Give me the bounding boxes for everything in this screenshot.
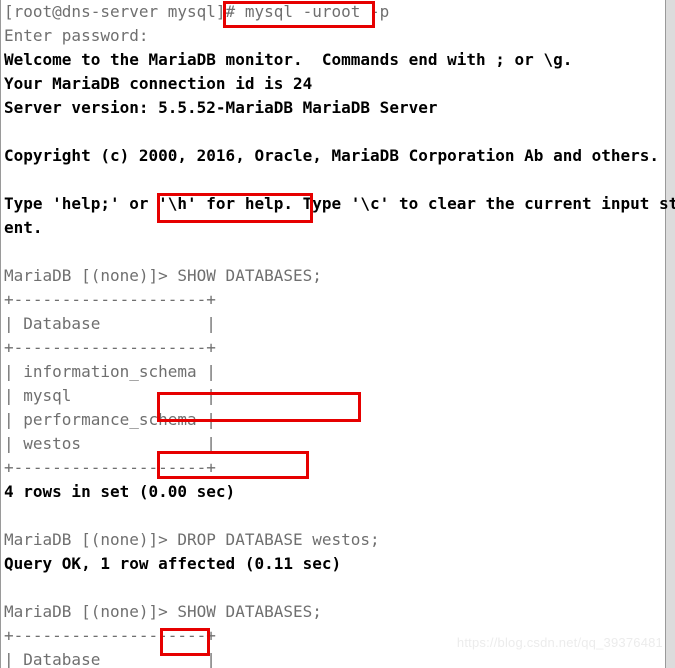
- terminal-line: [root@dns-server mysql]# mysql -uroot -p: [4, 2, 390, 21]
- terminal-line: ent.: [4, 218, 43, 237]
- terminal-line: 4 rows in set (0.00 sec): [4, 482, 236, 501]
- terminal-line: | information_schema |: [4, 362, 216, 381]
- terminal-line: | Database |: [4, 650, 216, 668]
- terminal-line: Enter password:: [4, 26, 149, 45]
- terminal-line: +--------------------+: [4, 458, 216, 477]
- watermark: https://blog.csdn.net/qq_39376481: [456, 635, 663, 650]
- terminal-line: | westos |: [4, 434, 216, 453]
- terminal-line: Your MariaDB connection id is 24: [4, 74, 313, 93]
- terminal-line: | mysql |: [4, 386, 216, 405]
- terminal-line: Type 'help;' or '\h' for help. Type '\c'…: [4, 194, 675, 213]
- terminal-line: Copyright (c) 2000, 2016, Oracle, MariaD…: [4, 146, 660, 165]
- terminal-line: MariaDB [(none)]> SHOW DATABASES;: [4, 266, 322, 285]
- terminal-line: | Database |: [4, 314, 216, 333]
- terminal-line: MariaDB [(none)]> DROP DATABASE westos;: [4, 530, 380, 549]
- terminal-line: Query OK, 1 row affected (0.11 sec): [4, 554, 342, 573]
- terminal-line: +--------------------+: [4, 338, 216, 357]
- terminal-output[interactable]: [root@dns-server mysql]# mysql -uroot -p…: [4, 0, 675, 668]
- terminal-line: MariaDB [(none)]> SHOW DATABASES;: [4, 602, 322, 621]
- terminal-line: | performance_schema |: [4, 410, 216, 429]
- terminal-line: +--------------------+: [4, 290, 216, 309]
- left-edge-rule: [0, 0, 1, 668]
- terminal-line: Server version: 5.5.52-MariaDB MariaDB S…: [4, 98, 438, 117]
- terminal-line: Welcome to the MariaDB monitor. Commands…: [4, 50, 573, 69]
- terminal-screenshot: [root@dns-server mysql]# mysql -uroot -p…: [0, 0, 675, 668]
